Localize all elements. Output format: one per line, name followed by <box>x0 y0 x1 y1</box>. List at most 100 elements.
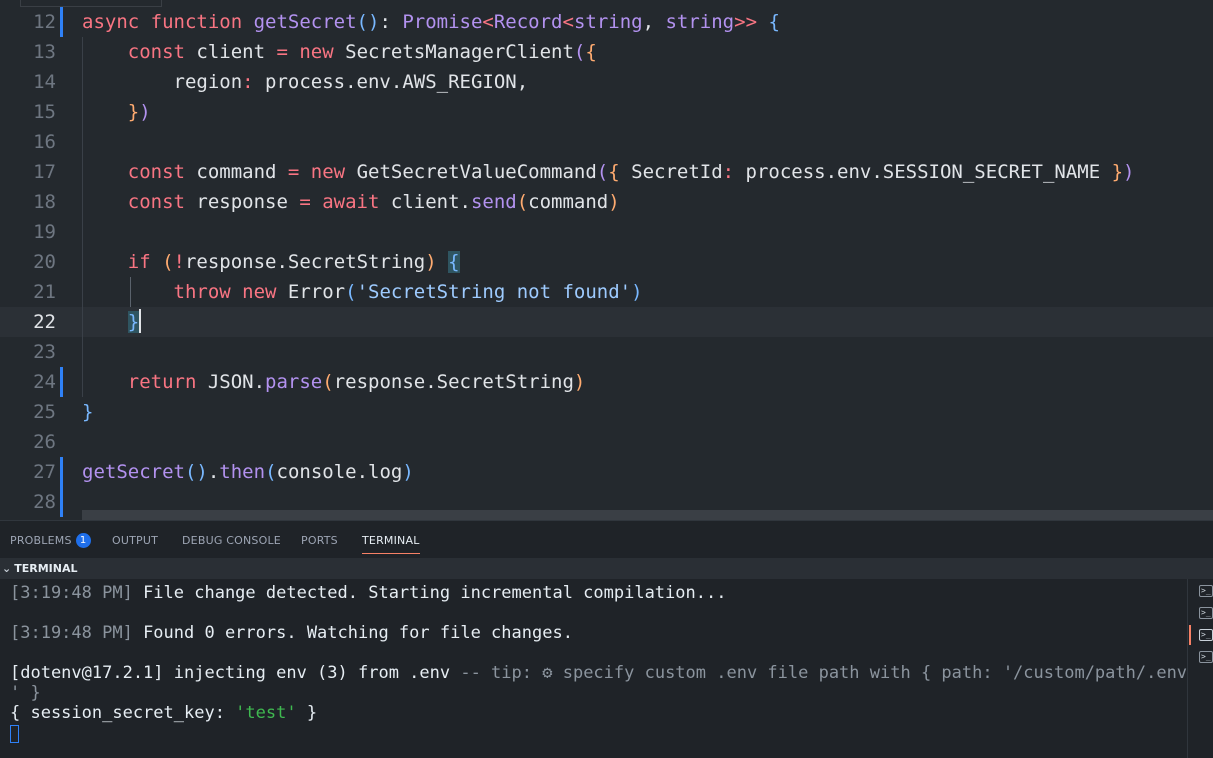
code-line[interactable]: 13 const client = new SecretsManagerClie… <box>0 37 1213 67</box>
tab-terminal-label: TERMINAL <box>362 534 420 547</box>
code-token: ) <box>139 101 151 123</box>
git-modified-indicator[interactable] <box>60 487 63 517</box>
code-token: . <box>207 461 220 483</box>
code-line[interactable]: 12 async function getSecret(): Promise<Re… <box>0 7 1213 37</box>
line-number: 19 <box>33 221 56 243</box>
tab-terminal[interactable]: TERMINAL <box>362 521 420 558</box>
code-token: ) <box>631 281 643 303</box>
code-token: ( <box>322 371 334 393</box>
code-token: : <box>242 71 266 93</box>
code-text: const command = new GetSecretValueComman… <box>82 157 1135 187</box>
code-token: Promise <box>402 11 483 33</box>
code-token: response.SecretString <box>333 371 574 393</box>
indent-guide <box>82 217 83 247</box>
code-token: 'SecretString not found' <box>356 281 632 303</box>
code-token: ( <box>345 281 357 303</box>
chevron-down-icon[interactable]: ⌄ <box>2 558 11 579</box>
line-number: 21 <box>33 281 56 303</box>
terminal-line: { session_secret_key: 'test' } <box>10 703 317 723</box>
code-token: < <box>562 11 574 33</box>
line-number: 13 <box>33 41 56 63</box>
code-line[interactable]: 23 <box>0 337 1213 367</box>
code-token: process.env.AWS_REGION, <box>265 71 529 93</box>
line-number: 15 <box>33 101 56 123</box>
code-token: ( <box>162 251 174 273</box>
code-line[interactable]: 22 } <box>0 307 1213 337</box>
code-token: send <box>470 191 517 213</box>
code-line[interactable]: 14 region: process.env.AWS_REGION, <box>0 67 1213 97</box>
code-text: const client = new SecretsManagerClient(… <box>82 37 597 67</box>
editor-widget-edge <box>20 0 162 7</box>
code-line[interactable]: 20 if (!response.SecretString) { <box>0 247 1213 277</box>
tab-debug-console[interactable]: DEBUG CONSOLE <box>182 521 281 558</box>
vscode-window: 12 async function getSecret(): Promise<Re… <box>0 0 1213 758</box>
terminal-text: { session_secret_key: <box>10 703 236 723</box>
code-token: ( <box>596 161 609 183</box>
tab-problems[interactable]: PROBLEMS 1 <box>10 521 91 558</box>
code-text: } <box>82 307 142 337</box>
code-line[interactable]: 25} <box>0 397 1213 427</box>
terminal-line: ' } <box>10 683 41 703</box>
code-line[interactable]: 26 <box>0 427 1213 457</box>
code-token: { <box>768 11 780 33</box>
code-line[interactable]: 15 }) <box>0 97 1213 127</box>
git-modified-indicator[interactable] <box>60 457 63 487</box>
tab-ports[interactable]: PORTS <box>301 521 338 558</box>
code-token: parse <box>265 371 323 393</box>
tab-output[interactable]: OUTPUT <box>112 521 158 558</box>
terminal-icon[interactable]: >_ <box>1199 607 1213 619</box>
terminal-text: [dotenv@17.2.1] injecting env (3) from .… <box>10 663 461 683</box>
tab-ports-label: PORTS <box>301 534 338 547</box>
timestamp: [3:19:48 PM] <box>10 623 133 643</box>
code-line[interactable]: 28 <box>0 487 1213 517</box>
code-line[interactable]: 24 return JSON.parse(response.SecretStri… <box>0 367 1213 397</box>
indent-guide <box>82 127 83 157</box>
terminal-icon[interactable]: >_ <box>1199 651 1213 663</box>
code-token: response <box>196 191 300 213</box>
code-token: function <box>150 11 254 33</box>
code-token: new <box>310 161 357 183</box>
line-number: 12 <box>33 11 56 33</box>
terminal-icon[interactable]: >_ <box>1199 629 1213 641</box>
git-modified-indicator[interactable] <box>60 367 63 397</box>
code-text: }) <box>82 97 151 127</box>
terminal-icon[interactable]: >_ <box>1199 585 1213 597</box>
bottom-panel: PROBLEMS 1 OUTPUT DEBUG CONSOLE PORTS TER… <box>0 520 1213 758</box>
code-editor[interactable]: 12 async function getSecret(): Promise<Re… <box>0 0 1213 520</box>
tip-text: -- tip: <box>460 663 543 683</box>
code-token: console.log <box>276 461 403 483</box>
code-token: >> <box>734 11 758 33</box>
code-token: client <box>196 41 277 63</box>
code-token: GetSecretValueCommand <box>356 161 597 183</box>
line-number: 25 <box>33 401 56 423</box>
code-token: process.env.SESSION_SECRET_NAME <box>745 161 1112 183</box>
code-token: = <box>287 161 311 183</box>
line-number: 20 <box>33 251 56 273</box>
line-number: 24 <box>33 371 56 393</box>
line-number: 28 <box>33 491 56 513</box>
code-token: response.SecretString <box>184 251 426 273</box>
code-text: throw new Error('SecretString not found'… <box>82 277 643 307</box>
code-token: = <box>299 191 323 213</box>
code-token: ( <box>573 41 586 63</box>
code-line[interactable]: 17 const command = new GetSecretValueCom… <box>0 157 1213 187</box>
git-modified-indicator[interactable] <box>60 7 63 37</box>
code-text: } <box>82 397 93 427</box>
code-token: { <box>608 161 632 183</box>
code-line[interactable]: 18 const response = await client.send(co… <box>0 187 1213 217</box>
code-token: : <box>379 11 403 33</box>
code-line[interactable]: 27 getSecret().then(console.log) <box>0 457 1213 487</box>
string-value: 'test' <box>235 703 297 723</box>
code-token: } <box>127 311 140 333</box>
code-token: () <box>356 11 380 33</box>
terminal-output[interactable]: [3:19:48 PM] File change detected. Start… <box>0 579 1187 758</box>
active-terminal-indicator <box>1189 625 1191 645</box>
code-line[interactable]: 21 throw new Error('SecretString not fou… <box>0 277 1213 307</box>
panel-tabs: PROBLEMS 1 OUTPUT DEBUG CONSOLE PORTS TER… <box>0 521 1213 558</box>
code-line[interactable]: 19 <box>0 217 1213 247</box>
code-line[interactable]: 16 <box>0 127 1213 157</box>
terminal-section-header[interactable]: ⌄ TERMINAL <box>0 558 1213 579</box>
